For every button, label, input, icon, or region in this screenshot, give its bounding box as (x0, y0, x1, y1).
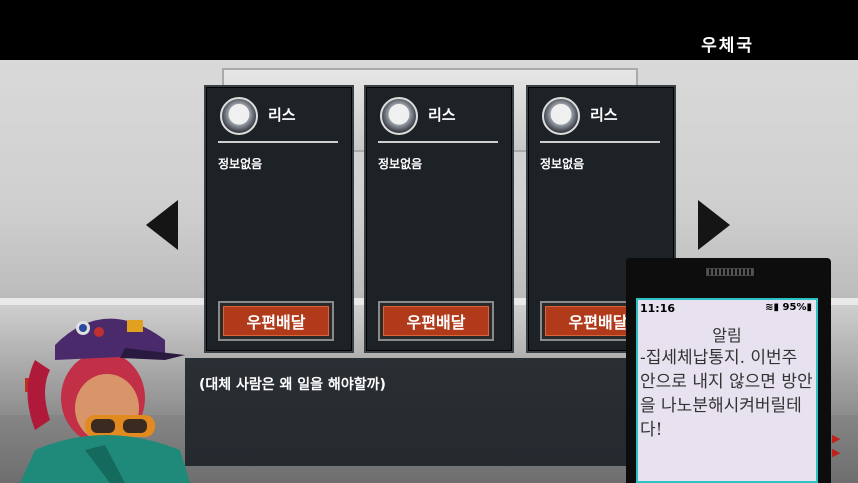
phone-screen[interactable]: 11:16 ≋▮ 95%▮ 알림 -집세체납통지. 이번주 안으로 내지 않으면… (636, 298, 818, 483)
battery-icon: ▮ (806, 302, 812, 313)
deliver-mail-label: 우편배달 (383, 306, 489, 336)
notification-message: -집세체납통지. 이번주 안으로 내지 않으면 방안을 나노분해시켜버릴테다! (640, 348, 813, 440)
speaker-grille (706, 268, 754, 276)
wifi-signal-icon: ≋▮ (765, 302, 783, 313)
deliver-mail-button[interactable]: 우편배달 (378, 301, 494, 341)
divider (378, 141, 498, 143)
status-time: 11:16 (640, 302, 676, 315)
divider (540, 141, 660, 143)
player-character-portrait (20, 318, 190, 483)
recipient-name: 리스 (590, 106, 618, 124)
prev-arrow-button[interactable] (146, 200, 178, 250)
top-bar: 우체국 (0, 0, 858, 60)
recipient-info: 정보없음 (540, 157, 585, 171)
delivery-card: 리스 정보없음 우편배달 (204, 85, 354, 353)
status-bar: 11:16 ≋▮ 95%▮ (640, 302, 812, 316)
deliver-mail-button[interactable]: 우편배달 (218, 301, 334, 341)
avatar (542, 97, 580, 135)
delivery-card: 리스 정보없음 우편배달 (364, 85, 514, 353)
avatar (380, 97, 418, 135)
recipient-name: 리스 (268, 106, 296, 124)
next-arrow-button[interactable] (698, 200, 730, 250)
location-title: 우체국 (701, 36, 754, 56)
recipient-info: 정보없음 (378, 157, 423, 171)
battery-level: 95% (782, 302, 807, 313)
avatar (220, 97, 258, 135)
dialogue-box[interactable]: (대체 사람은 왜 일을 해야할까) (185, 358, 645, 466)
divider (218, 141, 338, 143)
deliver-mail-label: 우편배달 (223, 306, 329, 336)
recipient-name: 리스 (428, 106, 456, 124)
dialogue-text: (대체 사람은 왜 일을 해야할까) (199, 377, 386, 393)
signal-battery: ≋▮ 95%▮ (765, 302, 812, 313)
notification-title: 알림 (712, 326, 742, 345)
recipient-info: 정보없음 (218, 157, 263, 171)
phone-device: 11:16 ≋▮ 95%▮ 알림 -집세체납통지. 이번주 안으로 내지 않으면… (626, 258, 831, 483)
side-indicator-icon: ▶ ▶ (832, 432, 841, 459)
